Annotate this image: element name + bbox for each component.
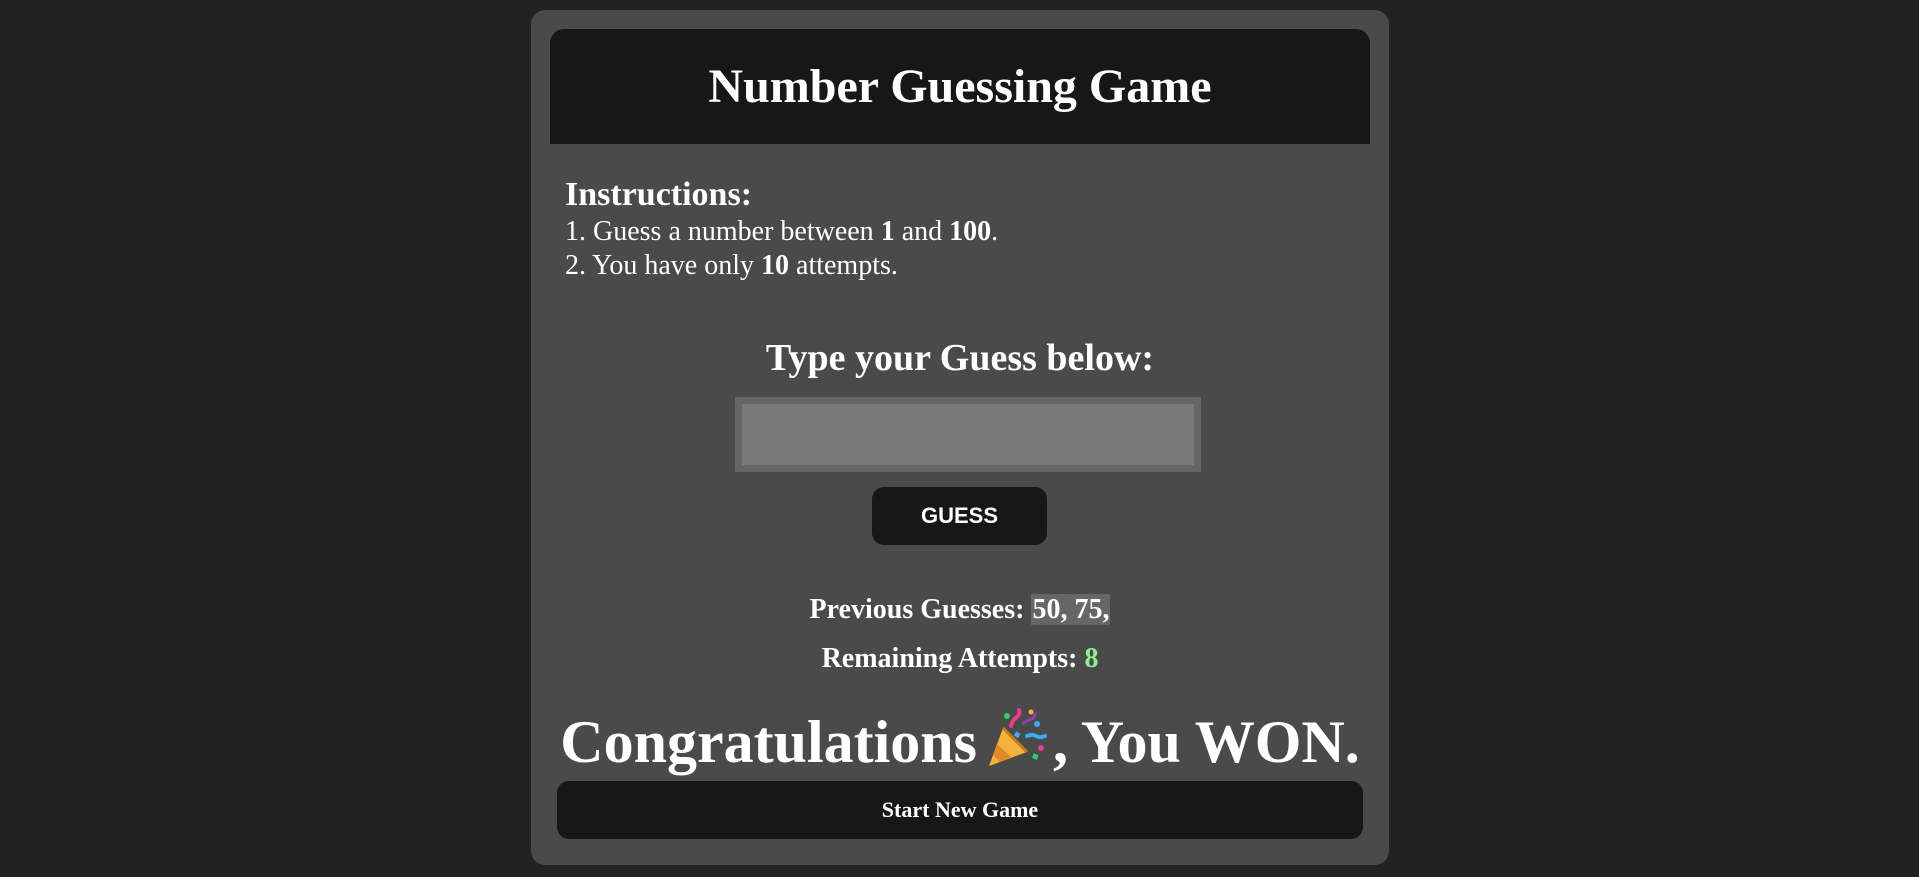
- instructions-section: Instructions: 1. Guess a number between …: [565, 175, 998, 283]
- previous-guesses-label: Previous Guesses:: [809, 594, 1032, 625]
- instruction-line-1: 1. Guess a number between 1 and 100.: [565, 215, 998, 249]
- instructions-title: Instructions:: [565, 176, 753, 213]
- guess-input[interactable]: [735, 397, 1201, 472]
- result-message: Congratulations , You WON.: [531, 700, 1389, 784]
- previous-guesses-values: 50, 75,: [1031, 594, 1111, 625]
- instruction-1-suffix: .: [991, 216, 999, 247]
- guess-prompt: Type your Guess below:: [765, 337, 1155, 379]
- remaining-attempts-label: Remaining Attempts:: [821, 643, 1085, 674]
- start-new-game-button[interactable]: Start New Game: [557, 781, 1363, 839]
- previous-guesses: Previous Guesses: 50, 75,: [531, 594, 1389, 626]
- guess-button[interactable]: GUESS: [872, 487, 1047, 545]
- game-header: Number Guessing Game: [550, 29, 1370, 144]
- result-message-start: Congratulations: [560, 709, 977, 775]
- game-card: Number Guessing Game Instructions: 1. Gu…: [531, 10, 1389, 865]
- result-message-end: , You WON.: [1052, 709, 1360, 775]
- instruction-1-mid: and: [894, 216, 950, 247]
- party-popper-icon: [983, 706, 1047, 770]
- range-min: 1: [880, 216, 895, 247]
- remaining-attempts: Remaining Attempts: 8: [531, 643, 1389, 675]
- page-title: Number Guessing Game: [708, 60, 1212, 113]
- max-attempts: 10: [761, 250, 790, 281]
- instruction-line-2: 2. You have only 10 attempts.: [565, 249, 998, 283]
- remaining-attempts-count: 8: [1084, 643, 1099, 674]
- instruction-1-prefix: 1. Guess a number between: [565, 216, 881, 247]
- range-max: 100: [949, 216, 992, 247]
- instruction-2-suffix: attempts.: [789, 250, 898, 281]
- instruction-2-prefix: 2. You have only: [565, 250, 762, 281]
